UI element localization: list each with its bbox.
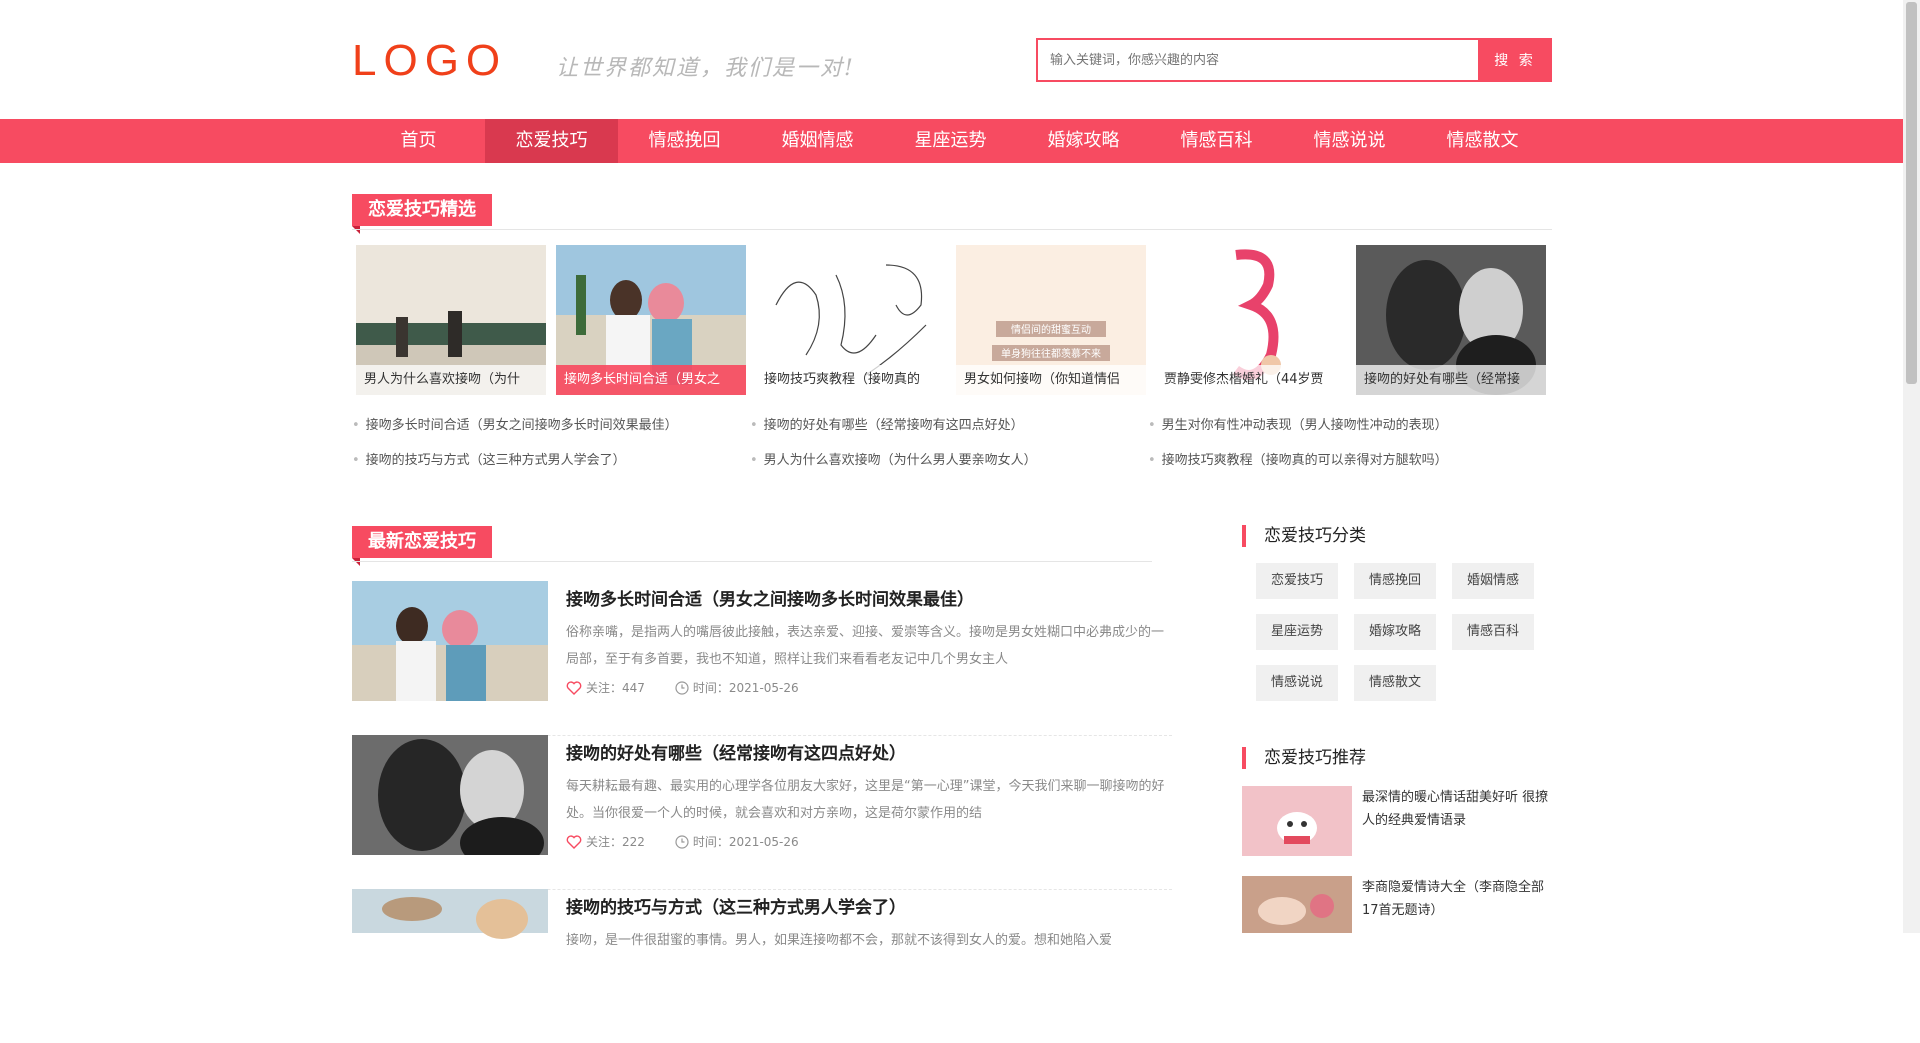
recommend-text[interactable]: 李商隐爱情诗大全（李商隐全部17首无题诗） [1362, 876, 1552, 922]
nav-item-love-skills[interactable]: 恋爱技巧 [485, 119, 618, 163]
nav-item-marriage[interactable]: 婚姻情感 [751, 119, 884, 163]
recommend-item[interactable]: 最深情的暖心情话甜美好听 很撩人的经典爱情语录 [1242, 786, 1552, 858]
clock-icon [675, 680, 689, 695]
article-likes: 关注：447 [586, 681, 645, 695]
featured-caption: 接吻的好处有哪些（经常接 [1356, 365, 1546, 395]
article-thumbnail [352, 735, 548, 855]
heart-icon [566, 834, 582, 849]
nav-item-sayings[interactable]: 情感说说 [1283, 119, 1416, 163]
featured-caption: 贾静雯修杰楷婚礼（44岁贾 [1156, 365, 1346, 395]
category-tag[interactable]: 情感散文 [1354, 665, 1436, 701]
featured-card[interactable]: 男人为什么喜欢接吻（为什 [356, 245, 546, 395]
article-time: 时间：2021-05-26 [692, 681, 799, 695]
article-title[interactable]: 接吻多长时间合适（男女之间接吻多长时间效果最佳） [566, 585, 974, 610]
article-item[interactable]: 接吻多长时间合适（男女之间接吻多长时间效果最佳） 俗称亲嘴，是指两人的嘴唇彼此接… [352, 581, 1172, 736]
category-tag[interactable]: 情感说说 [1256, 665, 1338, 701]
svg-text:单身狗往往都羡慕不来: 单身狗往往都羡慕不来 [1001, 347, 1101, 360]
category-tag[interactable]: 恋爱技巧 [1256, 563, 1338, 599]
featured-link[interactable]: 男生对你有性冲动表现（男人接吻性冲动的表现） [1148, 414, 1448, 433]
featured-section-title: 恋爱技巧精选 [352, 194, 1552, 234]
featured-title-label: 恋爱技巧精选 [352, 194, 492, 226]
featured-carousel: 男人为什么喜欢接吻（为什 接吻多长时间合适（男女之 接吻技巧爽教程（接吻真的 情… [356, 245, 1546, 395]
recommend-thumbnail [1242, 876, 1352, 933]
recommend-item[interactable]: 李商隐爱情诗大全（李商隐全部17首无题诗） [1242, 876, 1552, 948]
search-input[interactable] [1036, 38, 1492, 82]
latest-title-label: 最新恋爱技巧 [352, 526, 492, 558]
article-likes: 关注：222 [586, 835, 645, 849]
article-item[interactable]: 接吻的好处有哪些（经常接吻有这四点好处） 每天耕耘最有趣、最实用的心理学各位朋友… [352, 735, 1172, 890]
nav-item-home[interactable]: 首页 [352, 119, 485, 163]
article-desc: 俗称亲嘴，是指两人的嘴唇彼此接触，表达亲爱、迎接、爱崇等含义。接吻是男女姓糊口中… [566, 625, 1165, 667]
nav-item-horoscope[interactable]: 星座运势 [884, 119, 1017, 163]
nav-item-recovery[interactable]: 情感挽回 [618, 119, 751, 163]
recommend-text[interactable]: 最深情的暖心情话甜美好听 很撩人的经典爱情语录 [1362, 786, 1552, 832]
featured-link[interactable]: 接吻技巧爽教程（接吻真的可以亲得对方腿软吗） [1148, 449, 1448, 468]
category-tag[interactable]: 婚姻情感 [1452, 563, 1534, 599]
article-title[interactable]: 接吻的技巧与方式（这三种方式男人学会了） [566, 893, 906, 918]
article-thumbnail [352, 581, 548, 701]
svg-text:情侣间的甜蜜互动: 情侣间的甜蜜互动 [1011, 323, 1091, 336]
search-button[interactable]: 搜 索 [1478, 38, 1552, 82]
featured-card[interactable]: 情侣间的甜蜜互动 单身狗往往都羡慕不来 男女如何接吻（你知道情侣 [956, 245, 1146, 395]
clock-icon [675, 834, 689, 849]
nav-item-wedding[interactable]: 婚嫁攻略 [1017, 119, 1150, 163]
featured-card[interactable]: 接吻技巧爽教程（接吻真的 [756, 245, 946, 395]
latest-section-title: 最新恋爱技巧 [352, 526, 1152, 566]
article-thumbnail [352, 889, 548, 939]
scrollbar-thumb[interactable] [1906, 2, 1917, 384]
article-item[interactable]: 接吻的技巧与方式（这三种方式男人学会了） 接吻，是一件很甜蜜的事情。男人，如果连… [352, 889, 1172, 1043]
site-slogan: 让世界都知道，我们是一对! [556, 56, 855, 81]
article-title[interactable]: 接吻的好处有哪些（经常接吻有这四点好处） [566, 739, 906, 764]
category-tag[interactable]: 星座运势 [1256, 614, 1338, 650]
featured-link[interactable]: 接吻的技巧与方式（这三种方式男人学会了） [352, 449, 626, 468]
article-meta: 关注：222 时间：2021-05-26 [566, 833, 799, 850]
category-title: 恋爱技巧分类 [1242, 525, 1366, 547]
category-tag[interactable]: 情感百科 [1452, 614, 1534, 650]
featured-card[interactable]: 接吻多长时间合适（男女之 [556, 245, 746, 395]
article-time: 时间：2021-05-26 [692, 835, 799, 849]
main-nav: 首页 恋爱技巧 情感挽回 婚姻情感 星座运势 婚嫁攻略 情感百科 情感说说 情感… [0, 119, 1920, 163]
featured-caption: 男女如何接吻（你知道情侣 [956, 365, 1146, 395]
featured-caption: 男人为什么喜欢接吻（为什 [356, 365, 546, 395]
category-tag[interactable]: 情感挽回 [1354, 563, 1436, 599]
recommend-title: 恋爱技巧推荐 [1242, 747, 1366, 769]
featured-caption: 接吻多长时间合适（男女之 [556, 365, 746, 395]
article-desc: 每天耕耘最有趣、最实用的心理学各位朋友大家好，这里是“第一心理”课堂，今天我们来… [566, 779, 1165, 821]
featured-card[interactable]: 贾静雯修杰楷婚礼（44岁贾 [1156, 245, 1346, 395]
featured-caption: 接吻技巧爽教程（接吻真的 [756, 365, 946, 395]
category-tag[interactable]: 婚嫁攻略 [1354, 614, 1436, 650]
article-meta: 关注：447 时间：2021-05-26 [566, 679, 799, 696]
featured-link[interactable]: 接吻多长时间合适（男女之间接吻多长时间效果最佳） [352, 414, 678, 433]
recommend-thumbnail [1242, 786, 1352, 856]
featured-link[interactable]: 接吻的好处有哪些（经常接吻有这四点好处） [750, 414, 1024, 433]
article-desc: 接吻，是一件很甜蜜的事情。男人，如果连接吻都不会，那就不该得到女人的爱。想和她陷… [566, 933, 1113, 948]
page-scrollbar[interactable] [1903, 0, 1920, 933]
nav-item-essays[interactable]: 情感散文 [1416, 119, 1549, 163]
featured-card[interactable]: 接吻的好处有哪些（经常接 [1356, 245, 1546, 395]
heart-icon [566, 680, 582, 695]
site-logo[interactable]: LOGO [352, 36, 507, 86]
featured-link[interactable]: 男人为什么喜欢接吻（为什么男人要亲吻女人） [750, 449, 1037, 468]
nav-item-encyclopedia[interactable]: 情感百科 [1150, 119, 1283, 163]
search-bar: 搜 索 [1036, 38, 1552, 82]
